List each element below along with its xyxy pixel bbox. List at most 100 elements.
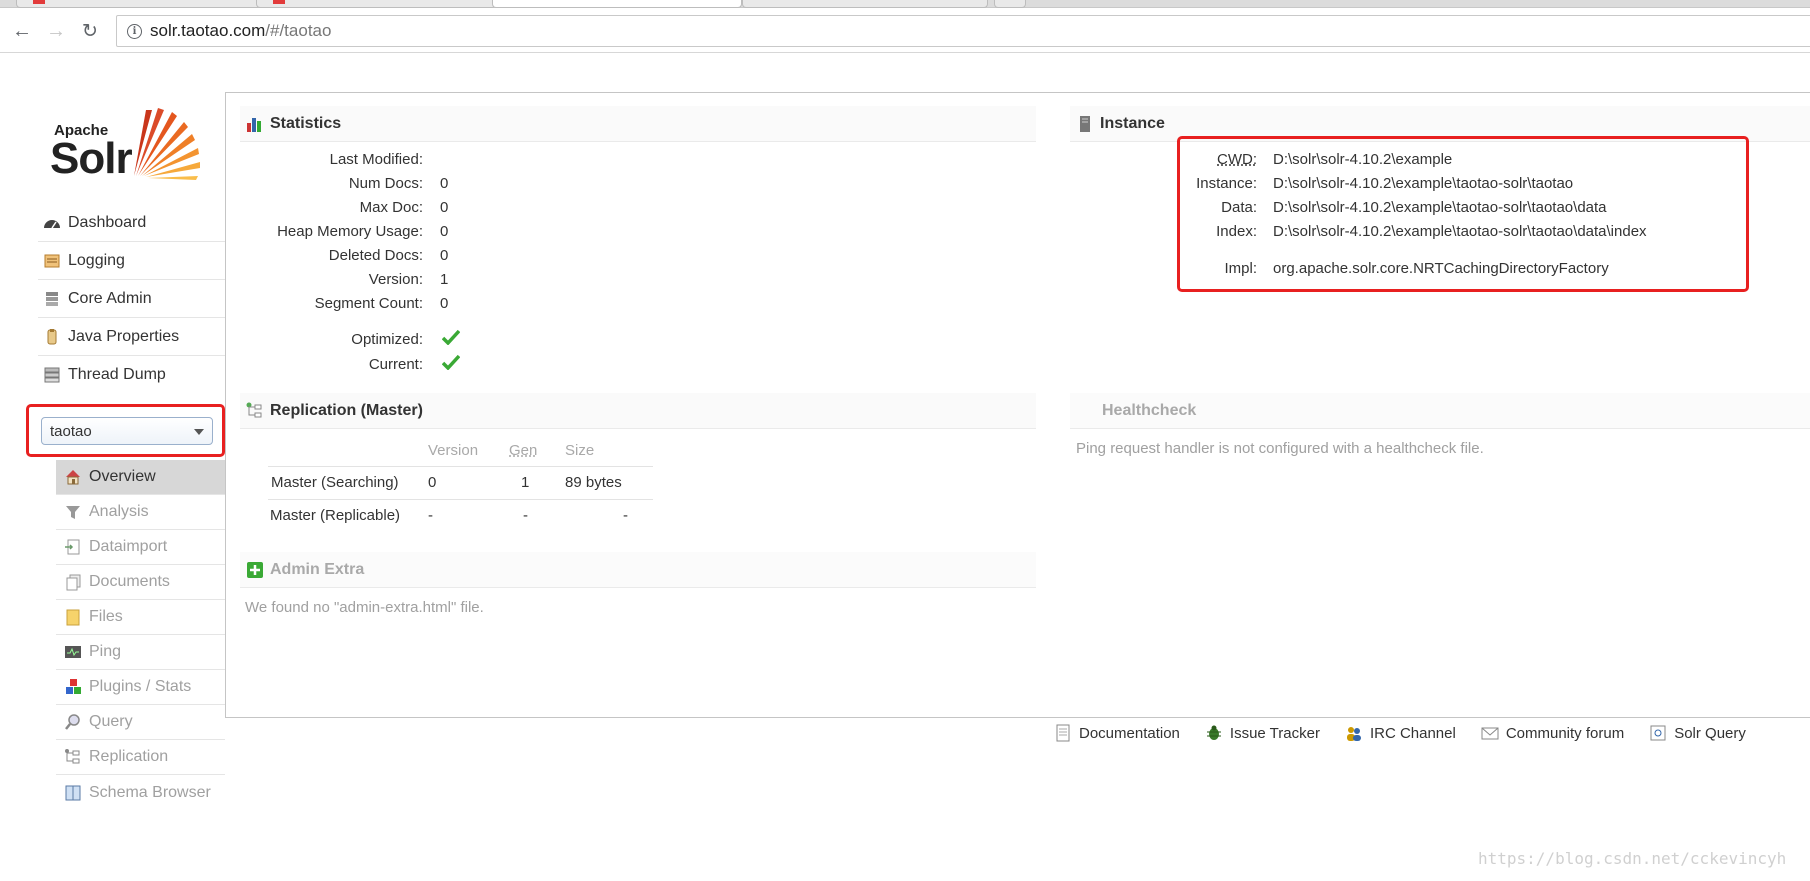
checkmark-icon bbox=[442, 354, 460, 370]
footer-label: Issue Tracker bbox=[1229, 724, 1320, 742]
stat-value: 0 bbox=[440, 247, 449, 264]
nav-label: Core Admin bbox=[68, 289, 152, 307]
nav-core-admin[interactable]: Core Admin bbox=[38, 280, 225, 318]
browser-tab[interactable] bbox=[742, 0, 988, 8]
nav-dashboard[interactable]: Dashboard bbox=[38, 204, 225, 242]
core-selector[interactable]: taotao bbox=[41, 417, 213, 445]
stat-value: 0 bbox=[440, 295, 449, 312]
browser-tab-strip bbox=[0, 0, 1810, 8]
footer-community-forum-link[interactable]: Community forum bbox=[1481, 724, 1624, 742]
footer-issue-tracker-link[interactable]: Issue Tracker bbox=[1205, 724, 1320, 742]
instance-value: D:\solr\solr-4.10.2\example\taotao-solr\… bbox=[1273, 175, 1574, 192]
core-nav-replication[interactable]: Replication bbox=[56, 740, 225, 775]
healthcheck-message: Ping request handler is not configured w… bbox=[1076, 440, 1484, 457]
instance-value: D:\solr\solr-4.10.2\example bbox=[1273, 151, 1453, 168]
reload-icon[interactable]: ↻ bbox=[78, 19, 102, 43]
table-divider bbox=[268, 466, 653, 467]
footer-links: Documentation Issue Tracker IRC Channel … bbox=[1054, 724, 1771, 742]
plus-icon bbox=[247, 561, 263, 578]
nav-label: Thread Dump bbox=[68, 366, 166, 383]
nav-thread-dump[interactable]: Thread Dump bbox=[38, 356, 225, 394]
core-nav-files[interactable]: Files bbox=[56, 600, 225, 635]
url-input[interactable]: i solr.taotao.com/#/taotao bbox=[116, 15, 1810, 47]
instance-key: Index: bbox=[1216, 223, 1257, 240]
core-nav-overview[interactable]: Overview bbox=[56, 460, 225, 495]
stat-value: 0 bbox=[440, 199, 449, 216]
bar-chart-icon bbox=[247, 117, 261, 132]
core-nav-ping[interactable]: Ping bbox=[56, 635, 225, 670]
documentation-icon bbox=[1056, 724, 1070, 742]
server-icon bbox=[1080, 115, 1090, 132]
solr-logo[interactable]: Apache Solr bbox=[50, 104, 202, 183]
magnifier-icon bbox=[65, 714, 80, 730]
replication-icon bbox=[246, 402, 262, 417]
footer-irc-channel-link[interactable]: IRC Channel bbox=[1345, 724, 1456, 742]
stat-value: 0 bbox=[440, 175, 449, 192]
footer-label: Documentation bbox=[1079, 724, 1180, 742]
dataimport-icon bbox=[65, 539, 80, 555]
stat-key: Max Doc: bbox=[359, 199, 423, 216]
url-path: /#/taotao bbox=[265, 21, 332, 40]
bug-icon bbox=[1206, 725, 1221, 740]
funnel-icon bbox=[66, 506, 80, 519]
new-tab-button[interactable] bbox=[994, 0, 1026, 8]
repl-version: - bbox=[428, 507, 433, 524]
core-admin-icon bbox=[46, 291, 58, 306]
browser-tab[interactable] bbox=[256, 0, 496, 8]
documents-icon bbox=[66, 574, 81, 591]
home-icon bbox=[66, 470, 80, 485]
col-version: Version bbox=[428, 442, 479, 459]
core-selector-value: taotao bbox=[50, 422, 92, 440]
nav-logging[interactable]: Logging bbox=[38, 242, 225, 280]
core-nav-schema-browser[interactable]: Schema Browser bbox=[56, 775, 225, 810]
stat-key: Optimized: bbox=[351, 331, 423, 348]
col-gen: Gen bbox=[509, 442, 538, 459]
footer-label: Solr Query bbox=[1674, 724, 1746, 742]
stat-key: Version: bbox=[368, 271, 423, 288]
instance-value: org.apache.solr.core.NRTCachingDirectory… bbox=[1273, 260, 1609, 277]
core-nav-label: Replication bbox=[89, 748, 169, 765]
core-selector-highlight: taotao bbox=[26, 404, 225, 457]
core-nav-analysis[interactable]: Analysis bbox=[56, 495, 225, 530]
core-nav-query[interactable]: Query bbox=[56, 705, 225, 740]
repl-row-label: Master (Searching) bbox=[271, 474, 399, 491]
folder-icon bbox=[66, 609, 80, 626]
main-nav: Dashboard Logging Core Admin Java Proper… bbox=[38, 204, 225, 394]
mail-icon bbox=[1481, 727, 1499, 740]
book-icon bbox=[65, 785, 81, 800]
replication-title: Replication (Master) bbox=[270, 401, 423, 419]
core-nav-plugins-stats[interactable]: Plugins / Stats bbox=[56, 670, 225, 705]
browser-tab-active[interactable] bbox=[492, 0, 742, 8]
repl-size: - bbox=[623, 507, 628, 524]
repl-version: 0 bbox=[428, 474, 437, 491]
forward-arrow-icon[interactable]: → bbox=[44, 19, 68, 43]
query-syntax-icon bbox=[1650, 725, 1666, 741]
instance-key: Instance: bbox=[1196, 175, 1257, 192]
site-info-icon[interactable]: i bbox=[127, 23, 142, 39]
instance-value: D:\solr\solr-4.10.2\example\taotao-solr\… bbox=[1273, 223, 1647, 240]
core-nav: Overview Analysis Dataimport Documents F… bbox=[56, 460, 225, 810]
footer-solr-query-syntax-link[interactable]: Solr Query bbox=[1649, 724, 1746, 742]
tab-favicon-icon bbox=[273, 0, 285, 4]
dashboard-icon bbox=[44, 219, 60, 228]
core-nav-label: Query bbox=[89, 713, 133, 730]
back-arrow-icon[interactable]: ← bbox=[10, 19, 34, 43]
core-nav-label: Overview bbox=[89, 468, 156, 485]
irc-icon bbox=[1346, 727, 1361, 741]
admin-extra-message: We found no "admin-extra.html" file. bbox=[245, 599, 484, 616]
ping-icon bbox=[65, 646, 81, 658]
address-bar: ← → ↻ i solr.taotao.com/#/taotao bbox=[0, 9, 1810, 53]
core-nav-label: Files bbox=[89, 608, 123, 625]
core-nav-documents[interactable]: Documents bbox=[56, 565, 225, 600]
stat-key: Heap Memory Usage: bbox=[277, 223, 423, 240]
nav-label: Logging bbox=[68, 251, 125, 269]
core-nav-label: Dataimport bbox=[89, 538, 168, 555]
admin-extra-panel-header[interactable]: Admin Extra bbox=[240, 552, 1036, 588]
healthcheck-title: Healthcheck bbox=[1102, 401, 1197, 419]
plugins-icon bbox=[66, 679, 81, 694]
footer-documentation-link[interactable]: Documentation bbox=[1054, 724, 1180, 742]
core-nav-label: Plugins / Stats bbox=[89, 678, 192, 695]
healthcheck-panel-header: Healthcheck bbox=[1070, 393, 1810, 429]
nav-java-properties[interactable]: Java Properties bbox=[38, 318, 225, 356]
core-nav-dataimport[interactable]: Dataimport bbox=[56, 530, 225, 565]
